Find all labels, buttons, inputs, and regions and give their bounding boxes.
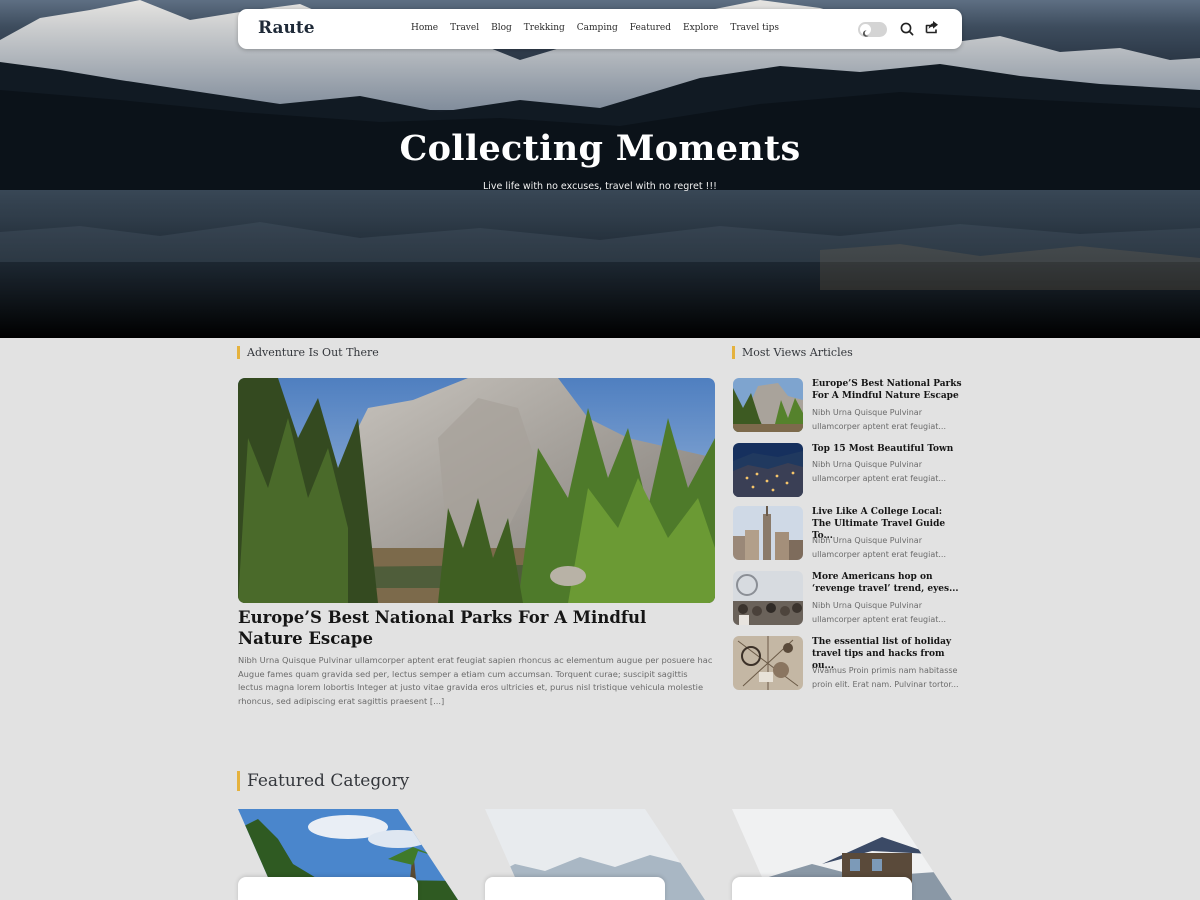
article-title[interactable]: Top 15 Most Beautiful Town — [812, 443, 964, 455]
nav-item-travel-tips[interactable]: Travel tips — [730, 23, 779, 33]
article-title[interactable]: Europe’S Best National Parks For A Mindf… — [812, 378, 964, 402]
article-excerpt: Nibh Urna Quisque Pulvinar ullamcorper a… — [812, 460, 946, 483]
list-item[interactable]: Live Like A College Local: The Ultimate … — [733, 506, 963, 562]
section-title-featured-category: Featured Category — [237, 771, 409, 791]
moon-icon — [860, 24, 871, 37]
hero-banner: Collecting Moments Live life with no exc… — [0, 0, 1200, 338]
article-excerpt: Nibh Urna Quisque Pulvinar ullamcorper a… — [812, 536, 946, 559]
article-excerpt: Vivamus Proin primis nam habitasse proin… — [812, 666, 959, 689]
hero-subtitle: Live life with no excuses, travel with n… — [483, 181, 717, 192]
mountain-lake-background — [0, 0, 1200, 338]
nav-item-blog[interactable]: Blog — [491, 23, 512, 33]
site-header: Raute Home Travel Blog Trekking Camping … — [238, 9, 962, 49]
list-item[interactable]: The essential list of holiday travel tip… — [733, 636, 963, 692]
category-card[interactable] — [485, 877, 665, 900]
article-excerpt: Nibh Urna Quisque Pulvinar ullamcorper a… — [812, 601, 946, 624]
section-title-most-views: Most Views Articles — [732, 346, 853, 359]
search-icon[interactable] — [899, 21, 915, 37]
section-title-adventure: Adventure Is Out There — [237, 346, 379, 359]
category-card[interactable] — [732, 877, 912, 900]
article-thumbnail[interactable] — [733, 636, 803, 690]
article-title[interactable]: More Americans hop on ‘revenge travel’ t… — [812, 571, 964, 595]
list-item[interactable]: Europe’S Best National Parks For A Mindf… — [733, 378, 963, 434]
nav-item-featured[interactable]: Featured — [630, 23, 671, 33]
featured-post-title[interactable]: Europe’S Best National Parks For A Mindf… — [238, 607, 715, 649]
main-navigation: Home Travel Blog Trekking Camping Featur… — [411, 23, 779, 33]
share-icon[interactable] — [924, 19, 940, 35]
article-thumbnail[interactable] — [733, 571, 803, 625]
article-thumbnail[interactable] — [733, 506, 803, 560]
nav-item-travel[interactable]: Travel — [450, 23, 479, 33]
list-item[interactable]: More Americans hop on ‘revenge travel’ t… — [733, 571, 963, 627]
article-excerpt: Nibh Urna Quisque Pulvinar ullamcorper a… — [812, 408, 946, 431]
nav-item-home[interactable]: Home — [411, 23, 438, 33]
nav-item-camping[interactable]: Camping — [577, 23, 618, 33]
list-item[interactable]: Top 15 Most Beautiful Town Nibh Urna Qui… — [733, 443, 963, 499]
theme-toggle[interactable] — [858, 22, 887, 37]
featured-post-excerpt: Nibh Urna Quisque Pulvinar ullamcorper a… — [238, 655, 713, 706]
category-card[interactable] — [238, 877, 418, 900]
article-thumbnail[interactable] — [733, 443, 803, 497]
nav-item-explore[interactable]: Explore — [683, 23, 718, 33]
featured-post-image[interactable] — [238, 378, 715, 603]
nav-item-trekking[interactable]: Trekking — [524, 23, 565, 33]
article-thumbnail[interactable] — [733, 378, 803, 432]
hero-title: Collecting Moments — [399, 128, 801, 169]
site-logo[interactable]: Raute — [258, 18, 315, 38]
